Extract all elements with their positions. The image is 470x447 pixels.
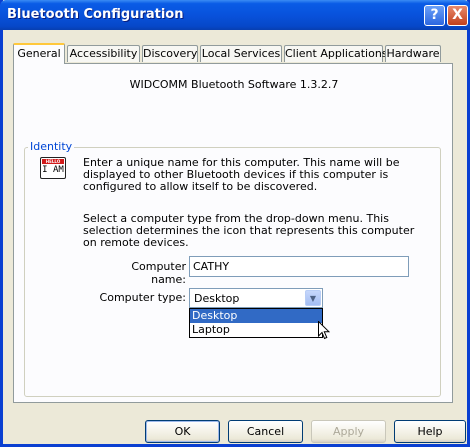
tab-general[interactable]: General	[13, 43, 65, 64]
computer-name-input[interactable]: CATHY	[189, 256, 409, 277]
tab-discovery[interactable]: Discovery	[142, 45, 198, 62]
cancel-button[interactable]: Cancel	[228, 420, 303, 443]
computer-type-label: Computer type:	[99, 291, 186, 304]
help-button[interactable]: Help	[394, 420, 466, 443]
help-title-button[interactable]: ?	[424, 5, 445, 26]
computer-type-select[interactable]: Desktop ▼	[189, 288, 323, 308]
ok-button[interactable]: OK	[145, 420, 220, 443]
computer-type-value: Desktop	[194, 292, 240, 305]
close-button[interactable]: X	[447, 5, 468, 26]
type-description-text: Select a computer type from the drop-dow…	[83, 212, 415, 249]
option-desktop[interactable]: Desktop	[190, 309, 322, 323]
i-am-name-tag-icon: HELLO I AM	[40, 157, 66, 179]
tab-hardware[interactable]: Hardware	[385, 45, 441, 62]
software-version-text: WIDCOMM Bluetooth Software 1.3.2.7	[129, 78, 339, 91]
option-laptop[interactable]: Laptop	[190, 323, 322, 337]
apply-button[interactable]: Apply	[311, 420, 386, 443]
tab-accessibility[interactable]: Accessibility	[67, 45, 140, 62]
tab-local-services[interactable]: Local Services	[200, 45, 282, 62]
identity-group-label: Identity	[28, 140, 75, 153]
name-tag-header: HELLO	[42, 159, 64, 164]
chevron-down-icon[interactable]: ▼	[305, 290, 321, 306]
computer-type-dropdown-list: Desktop Laptop	[189, 308, 323, 338]
name-tag-text: I AM	[42, 165, 64, 175]
tab-client-applications[interactable]: Client Applications	[284, 45, 388, 62]
title-bar[interactable]: Bluetooth Configuration ? X	[0, 0, 470, 30]
general-tab-panel: WIDCOMM Bluetooth Software 1.3.2.7 Ident…	[13, 63, 453, 403]
computer-name-label: Computer name:	[131, 260, 186, 286]
window-title: Bluetooth Configuration	[7, 7, 184, 22]
mouse-pointer-icon	[318, 321, 330, 340]
name-description-text: Enter a unique name for this computer. T…	[83, 156, 400, 193]
